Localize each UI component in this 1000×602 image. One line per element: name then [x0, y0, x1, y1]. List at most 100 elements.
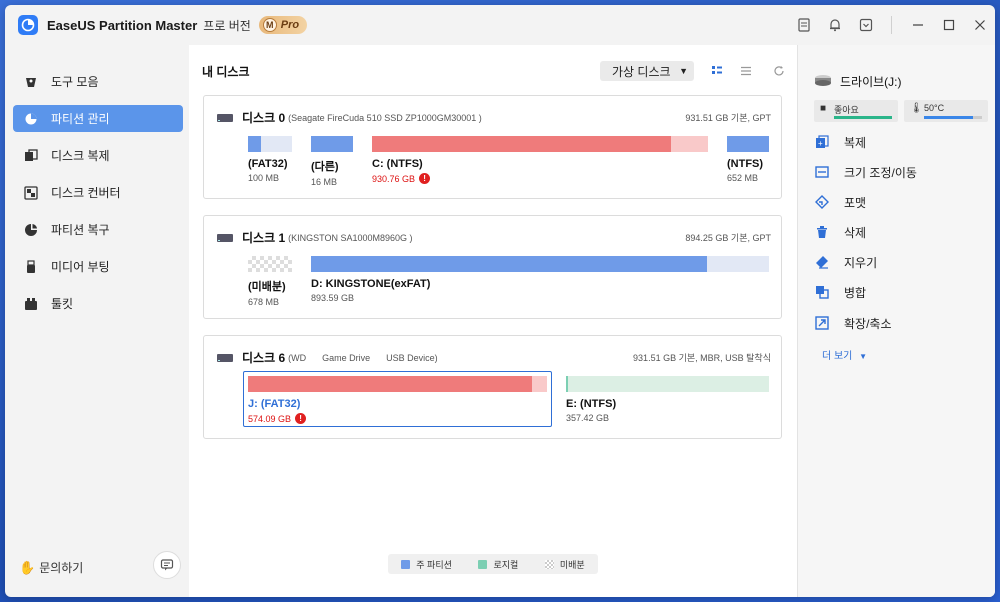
- partition-bar: [248, 136, 292, 152]
- partition-block[interactable]: C: (NTFS) 930.76 GB!: [372, 136, 708, 184]
- partition-bar: [727, 136, 769, 152]
- action-resize-move[interactable]: 크기 조정/이동: [814, 162, 984, 182]
- more-link[interactable]: 더 보기 ▼: [822, 347, 867, 362]
- more-label: 더 보기: [822, 351, 853, 362]
- health-status: ■ 좋아요: [814, 100, 898, 122]
- action-label: 포맷: [844, 195, 867, 210]
- pro-badge-letter: M: [262, 18, 277, 32]
- partition-bar: [248, 376, 547, 392]
- action-merge[interactable]: 병합: [814, 282, 984, 302]
- sidebar-item-disk-clone[interactable]: 디스크 복제: [13, 142, 183, 169]
- action-label: 지우기: [844, 255, 878, 270]
- disk-card-0[interactable]: 디스크 0 (Seagate FireCuda 510 SSD ZP1000GM…: [203, 95, 782, 199]
- sidebar-item-partition-recovery[interactable]: 파티션 복구: [13, 216, 183, 243]
- title-bar: EaseUS Partition Master 프로 버전 M Pro: [5, 5, 995, 45]
- sidebar-item-bootable-media[interactable]: 미디어 부팅: [13, 253, 183, 280]
- partition-bar: [311, 136, 353, 152]
- main-panel: 내 디스크 가상 디스크 ▼ 디스크 0 (Seagate FireCuda 5…: [189, 45, 797, 597]
- disk-card-6[interactable]: 디스크 6 (WD Game Drive USB Device) 931.51 GB…: [203, 335, 782, 439]
- bell-icon[interactable]: [819, 5, 850, 45]
- sidebar-item-partition-manager[interactable]: 파티션 관리: [13, 105, 183, 132]
- partition-label: E: (NTFS): [566, 398, 617, 410]
- disk-model: (KINGSTON SA1000M8960G ): [288, 232, 413, 243]
- sidebar-item-label: 도구 모음: [51, 75, 99, 89]
- minimize-icon[interactable]: [902, 5, 933, 45]
- usb-icon: [23, 259, 39, 275]
- legend-primary: 주 파티션: [401, 558, 452, 571]
- action-wipe[interactable]: 지우기: [814, 252, 984, 272]
- partition-block[interactable]: (다른) 16 MB: [311, 136, 353, 187]
- health-meter: [834, 116, 892, 119]
- disk-model-part: USB Device): [386, 352, 438, 363]
- partition-block[interactable]: D: KINGSTONE(exFAT) 893.59 GB: [311, 256, 769, 303]
- feedback-button[interactable]: [153, 551, 181, 579]
- sidebar-item-toolbox[interactable]: 도구 모음: [13, 68, 183, 95]
- partition-size-warning: 930.76 GB!: [372, 173, 708, 184]
- partition-block-unallocated[interactable]: (미배분) 678 MB: [248, 256, 292, 307]
- sidebar-item-label: 미디어 부팅: [51, 260, 110, 274]
- legend-logical: 로지컬: [478, 558, 518, 571]
- partition-size: 16 MB: [311, 177, 338, 187]
- temperature-status: 🌡 50°C: [904, 100, 988, 122]
- health-label: 좋아요: [834, 105, 859, 115]
- pro-badge-text: Pro: [280, 19, 300, 31]
- eraser-icon: [814, 254, 830, 270]
- disk-card-1[interactable]: 디스크 1 (KINGSTON SA1000M8960G ) 894.25 GB…: [203, 215, 782, 319]
- virtual-disk-dropdown[interactable]: 가상 디스크 ▼: [600, 61, 694, 81]
- merge-icon: [814, 284, 830, 300]
- app-title: EaseUS Partition Master: [47, 17, 198, 33]
- partition-size: 357.42 GB: [566, 413, 610, 423]
- grid-view-icon[interactable]: [709, 63, 725, 79]
- action-format[interactable]: 포맷: [814, 192, 984, 212]
- recover-icon: [23, 222, 39, 238]
- close-icon[interactable]: [964, 5, 995, 45]
- disk-name: 디스크 0: [242, 111, 286, 125]
- partition-block[interactable]: (NTFS) 652 MB: [727, 136, 769, 183]
- contact-link[interactable]: ✋ 문의하기: [19, 559, 83, 576]
- action-expand-shrink[interactable]: 확장/축소: [814, 313, 984, 333]
- toolkit-icon: [23, 296, 39, 312]
- temperature-label: 50°C: [924, 103, 945, 113]
- partition-block[interactable]: (FAT32) 100 MB: [248, 136, 292, 183]
- health-icon: ■: [820, 103, 827, 114]
- partition-label: D: KINGSTONE(exFAT): [311, 278, 431, 290]
- app-edition: 프로 버전: [203, 18, 251, 33]
- disk-model-part: (WD: [288, 352, 307, 363]
- pro-badge[interactable]: M Pro: [258, 16, 308, 34]
- partition-block-selected[interactable]: J: (FAT32) 574.09 GB!: [243, 371, 552, 427]
- partition-bar: [372, 136, 708, 152]
- sidebar-item-label: 파티션 복구: [51, 223, 110, 237]
- action-label: 크기 조정/이동: [844, 165, 917, 180]
- disk-model: (Seagate FireCuda 510 SSD ZP1000GM30001 …: [288, 112, 482, 123]
- dropdown-menu-icon[interactable]: [850, 5, 881, 45]
- disk-icon: [217, 233, 233, 242]
- drive-icon: [814, 73, 832, 90]
- resize-icon: [814, 164, 830, 180]
- caret-down-icon: ▼: [859, 352, 868, 361]
- partition-size: 100 MB: [248, 173, 280, 183]
- expand-icon: [814, 315, 830, 331]
- partition-bar: [311, 256, 769, 272]
- sidebar-item-label: 디스크 복제: [51, 149, 110, 163]
- list-view-icon[interactable]: [738, 63, 754, 79]
- notes-icon[interactable]: [788, 5, 819, 45]
- sidebar-item-disk-converter[interactable]: 디스크 컨버터: [13, 179, 183, 206]
- chat-icon: [160, 559, 174, 571]
- partition-size: 574.09 GB: [248, 413, 292, 424]
- sidebar: 도구 모음 파티션 관리 디스크 복제 디스크 컨버터 파티션 복구 미디어 부…: [5, 45, 189, 597]
- partition-size-warning: 574.09 GB!: [248, 413, 547, 424]
- partition-label: (다른): [311, 161, 339, 173]
- action-label: 확장/축소: [844, 316, 892, 331]
- partition-block[interactable]: E: (NTFS) 357.42 GB: [566, 376, 769, 423]
- partition-label: C: (NTFS): [372, 158, 423, 170]
- action-delete[interactable]: 삭제: [814, 222, 984, 242]
- convert-icon: [23, 185, 39, 201]
- legend-unallocated: 미배분: [544, 558, 585, 571]
- warning-icon: !: [295, 413, 307, 424]
- sidebar-item-toolkit[interactable]: 툴킷: [13, 290, 183, 317]
- action-clone[interactable]: + 복제: [814, 132, 984, 152]
- refresh-icon[interactable]: [771, 63, 787, 79]
- disk-name: 디스크 1: [242, 231, 286, 245]
- maximize-icon[interactable]: [933, 5, 964, 45]
- action-label: 삭제: [844, 225, 867, 240]
